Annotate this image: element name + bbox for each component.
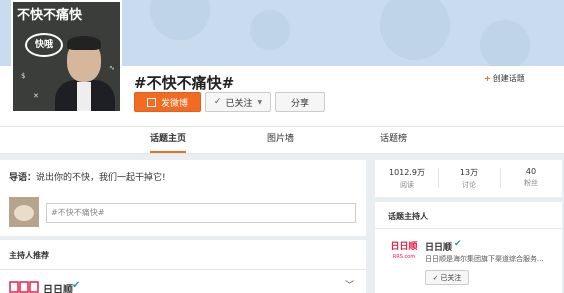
host-follow-label: 已关注: [440, 273, 462, 282]
chevron-down-icon: ▼: [257, 98, 263, 106]
edit-icon: [146, 97, 156, 107]
post-weibo-label: 发微博: [160, 98, 188, 109]
stat-discussions: 13万 讨论: [439, 167, 499, 190]
stat-label: 阅读: [400, 181, 414, 189]
cover-bubble: 快哦: [25, 33, 63, 57]
cover-scribble: $: [21, 72, 26, 80]
follow-topic-button[interactable]: ✓ 已关注 ▼: [205, 92, 271, 112]
banner-decoration: [150, 0, 210, 40]
stat-reads: 1012.9万 阅读: [377, 167, 437, 190]
stat-value: 13万: [459, 168, 479, 177]
verified-icon: ✔: [454, 239, 462, 249]
share-button[interactable]: 分享: [275, 92, 325, 112]
check-icon: ✓: [432, 273, 439, 282]
topic-host-card: 话题主持人 日日顺 RRS.com 日日顺 ✔ 日日顺是海尔集团旗下渠道综合服务…: [375, 202, 562, 293]
banner-decoration: [380, 0, 450, 60]
section-divider: [0, 236, 366, 240]
tab-topic-ranking[interactable]: 话题榜: [380, 127, 407, 153]
topic-tabs: 话题主页 图片墙 话题榜: [0, 126, 564, 154]
rrs-logo[interactable]: [9, 279, 39, 293]
banner-decoration: [250, 10, 290, 50]
topic-title: #不快不痛快#: [134, 74, 235, 92]
create-topic-label: 创建话题: [492, 74, 525, 83]
stat-value: 1012.9万: [389, 168, 425, 177]
rrs-logo-mark: [9, 281, 39, 293]
topic-guide: 导语：说出你的不快，我们一起干掉它!: [9, 170, 166, 183]
cover-scribble: ∿: [109, 64, 115, 72]
tab-topic-home[interactable]: 话题主页: [150, 127, 187, 153]
recommended-host-name[interactable]: 日日顺: [43, 281, 73, 293]
chevron-down-icon[interactable]: ﹀: [345, 278, 354, 291]
check-icon: ✓: [213, 97, 222, 107]
guide-prefix: 导语：: [9, 173, 37, 183]
host-follow-button[interactable]: ✓ 已关注: [425, 270, 469, 285]
post-weibo-button[interactable]: 发微博: [134, 92, 201, 112]
host-heading: 话题主持人: [388, 212, 428, 221]
stat-label: 粉丝: [524, 179, 538, 187]
follow-topic-label: 已关注: [225, 98, 253, 109]
divider: [0, 269, 366, 270]
logo-subtext: RRS.com: [392, 254, 416, 260]
tab-photo-wall[interactable]: 图片墙: [267, 127, 294, 153]
stat-fans: 40 粉丝: [501, 167, 561, 188]
create-topic-link[interactable]: + 创建话题: [484, 73, 525, 84]
host-recommend-heading: 主持人推荐: [9, 251, 49, 260]
cover-scribble: ✕: [33, 92, 39, 100]
main-feed-card: 导语：说出你的不快，我们一起干掉它! #不快不痛快# 主持人推荐 日日顺 ✔ ﹀: [0, 160, 366, 293]
cover-person-shirt: [77, 82, 91, 111]
stat-label: 讨论: [462, 181, 476, 189]
verified-icon: ✔: [72, 280, 81, 291]
post-composer-input[interactable]: #不快不痛快#: [46, 203, 356, 223]
cover-person-hair: [67, 36, 101, 50]
banner-decoration: [480, 20, 530, 70]
divider: [375, 228, 562, 229]
rrs-logo[interactable]: 日日顺 RRS.com: [389, 242, 419, 264]
cover-title: 不快不痛快: [17, 8, 83, 23]
avatar-cat-image: [14, 205, 34, 221]
avatar[interactable]: [9, 197, 39, 227]
topic-stats-card: 1012.9万 阅读 13万 讨论 40 粉丝: [375, 160, 562, 197]
topic-cover-image: 不快不痛快 快哦 $ ∿ ✕: [11, 0, 122, 113]
share-label: 分享: [290, 98, 309, 109]
plus-icon: +: [484, 74, 491, 83]
logo-text: 日日顺: [390, 242, 418, 252]
stat-value: 40: [525, 167, 537, 176]
host-name[interactable]: 日日顺: [425, 240, 452, 253]
guide-text: 说出你的不快，我们一起干掉它!: [36, 173, 166, 183]
host-description: 日日顺是海尔集团旗下渠道综合服务...: [425, 255, 544, 263]
